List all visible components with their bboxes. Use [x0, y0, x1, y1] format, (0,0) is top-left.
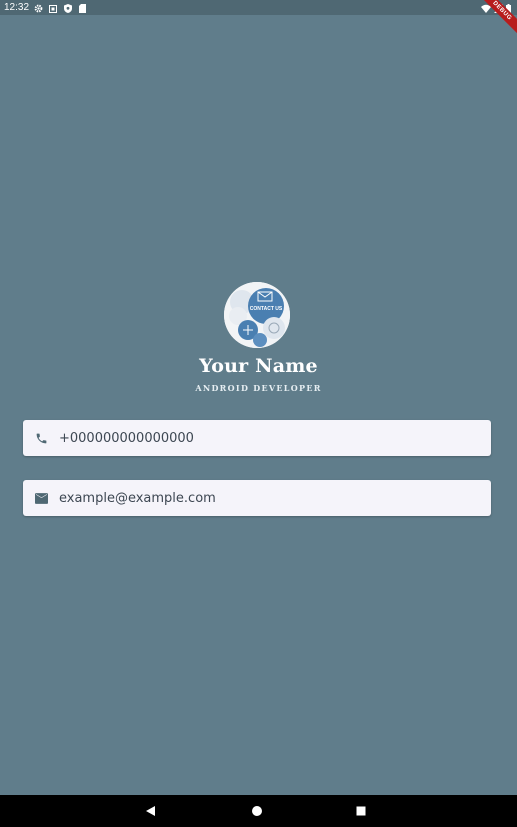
status-icons-left — [34, 3, 87, 13]
profile-name: Your Name — [199, 355, 318, 377]
email-icon — [34, 491, 48, 505]
email-address: example@example.com — [59, 490, 216, 506]
phone-card[interactable]: +000000000000000 — [23, 420, 491, 456]
recents-icon — [356, 806, 366, 816]
phone-number: +000000000000000 — [59, 430, 194, 446]
navigation-bar — [0, 795, 517, 827]
phone-icon — [34, 431, 48, 445]
email-card[interactable]: example@example.com — [23, 480, 491, 516]
settings-icon — [34, 3, 43, 13]
recents-button[interactable] — [353, 803, 369, 819]
contact-us-icon: CONTACT US — [224, 282, 290, 348]
status-time: 12:32 — [4, 2, 30, 13]
home-button[interactable] — [249, 803, 265, 819]
notification-icon — [49, 3, 57, 13]
profile-role: ANDROID DEVELOPER — [195, 383, 322, 393]
sd-card-icon — [79, 3, 87, 13]
app-screen: 12:32 DEBUG CONTACT US Your Name ANDROID… — [0, 0, 517, 827]
avatar: CONTACT US — [224, 282, 290, 348]
avatar-text: CONTACT US — [250, 306, 283, 312]
home-icon — [252, 806, 262, 816]
shield-icon — [64, 3, 72, 13]
back-icon — [146, 806, 155, 816]
back-button[interactable] — [143, 803, 159, 819]
status-bar: 12:32 DEBUG — [0, 0, 517, 40]
